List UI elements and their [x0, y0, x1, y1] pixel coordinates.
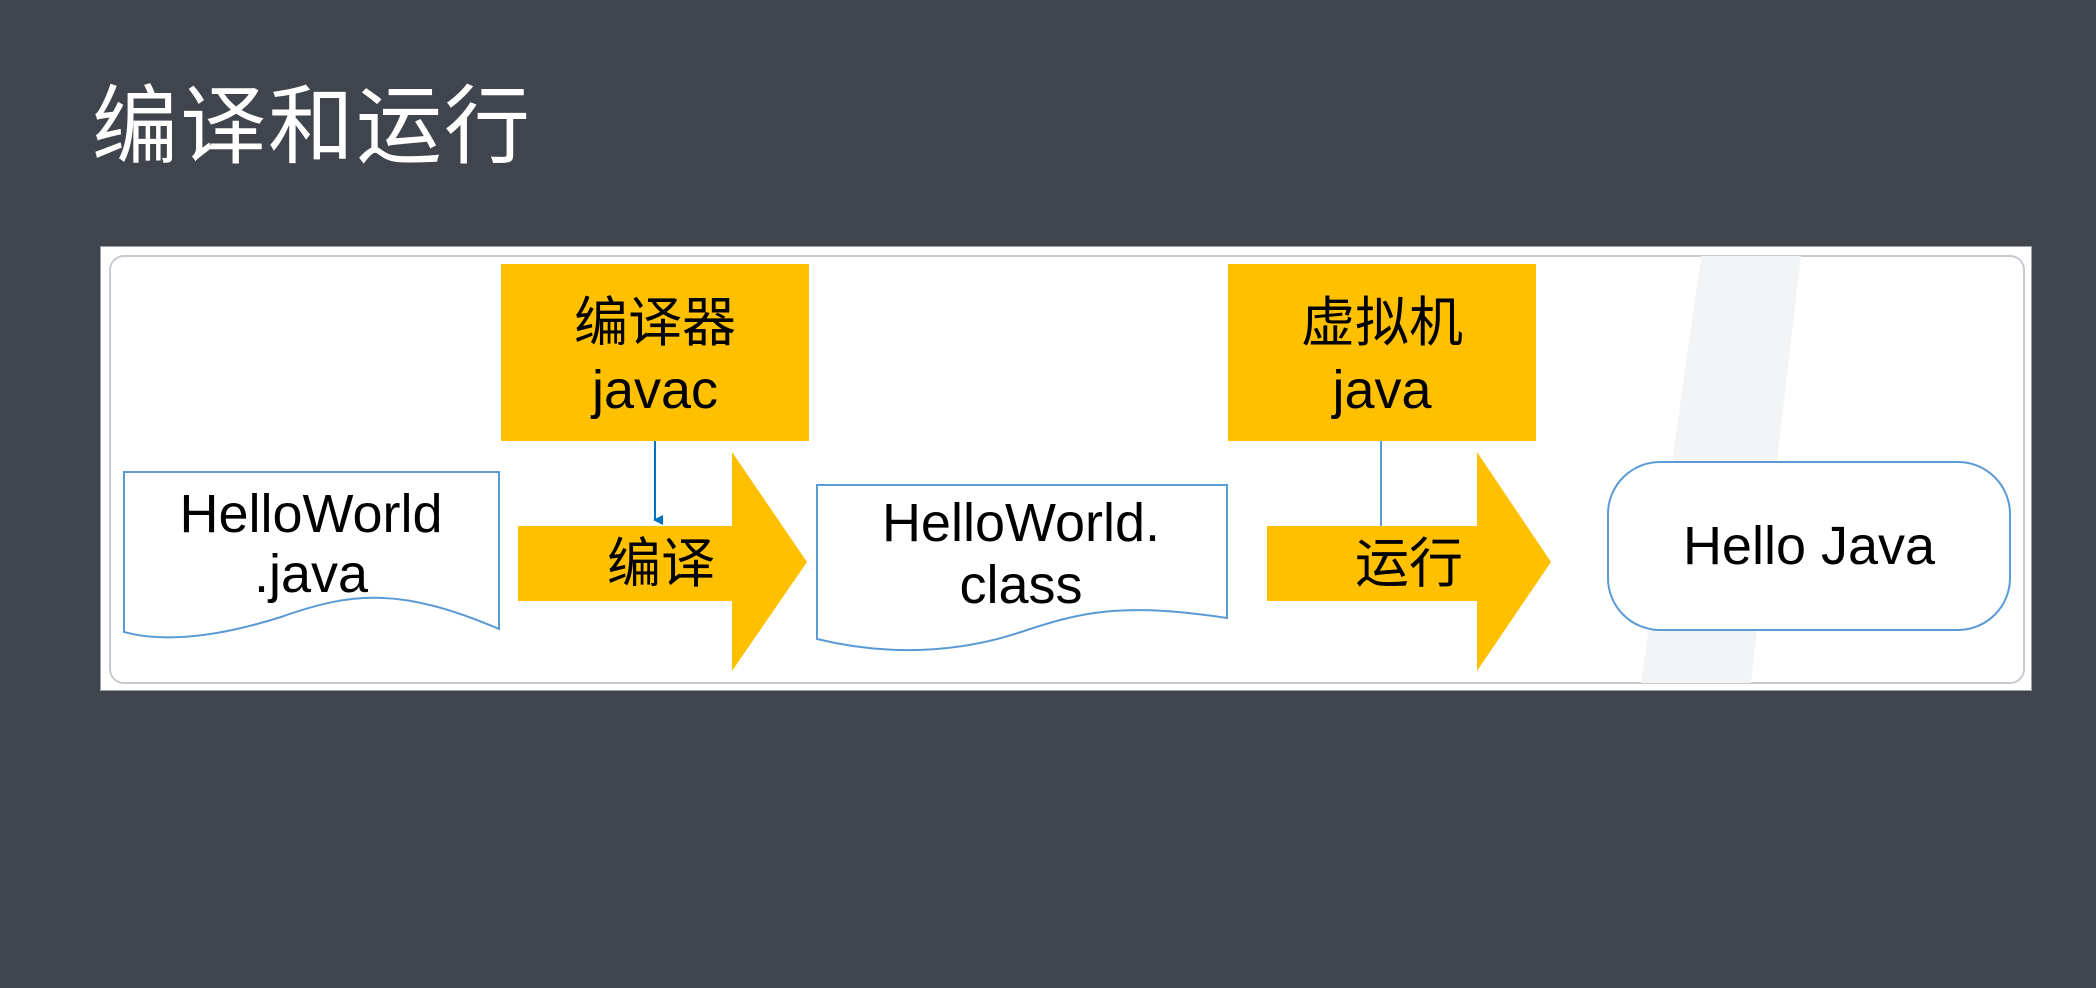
- run-arrow-label: 运行: [1355, 532, 1463, 595]
- source-file-line1: HelloWorld: [179, 484, 442, 544]
- compiler-box-line2: javac: [590, 360, 718, 420]
- output-box: Hello Java: [1607, 461, 2011, 631]
- vm-box: 虚拟机 java: [1228, 264, 1536, 441]
- compile-arrow-label: 编译: [607, 532, 715, 595]
- vm-box-line2: java: [1330, 360, 1432, 420]
- compiler-box: 编译器 javac: [501, 264, 809, 441]
- diagram-canvas: 编译器 javac HelloWorld .java 编译 HelloWorld…: [100, 246, 2032, 691]
- compile-run-diagram: 编译器 javac HelloWorld .java 编译 HelloWorld…: [109, 255, 2025, 684]
- class-file-line2: class: [959, 555, 1082, 615]
- vm-box-line1: 虚拟机: [1301, 291, 1463, 354]
- slide-title: 编译和运行: [92, 77, 532, 177]
- source-file-line2: .java: [254, 544, 369, 604]
- output-box-label: Hello Java: [1683, 516, 1936, 576]
- class-file-line1: HelloWorld.: [882, 493, 1160, 553]
- compiler-box-line1: 编译器: [574, 291, 736, 354]
